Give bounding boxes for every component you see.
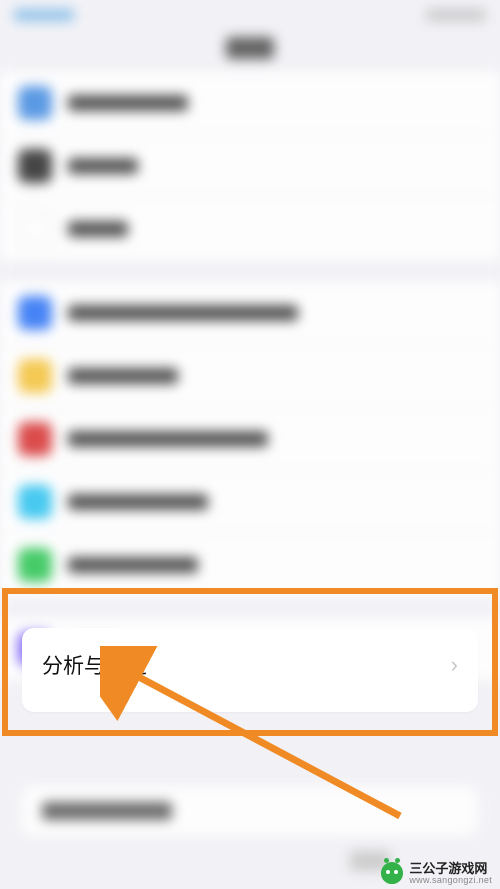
list-item[interactable] <box>0 344 500 407</box>
watermark-name: 三公子游戏网 <box>409 862 492 876</box>
list-item[interactable] <box>0 197 500 260</box>
blurred-background <box>0 0 500 889</box>
watermark-logo-icon <box>381 862 403 884</box>
status-bar <box>0 0 500 30</box>
list-item[interactable] <box>0 470 500 533</box>
chevron-right-icon: › <box>451 652 458 678</box>
nav-header <box>0 30 500 66</box>
list-item[interactable] <box>0 134 500 197</box>
watermark: 三公子游戏网 www.sangongzi.net <box>381 862 492 885</box>
list-item[interactable] <box>0 282 500 344</box>
screen: 分析与改进 › 三公子游戏网 www.sangongzi.net <box>0 0 500 889</box>
blurred-card <box>22 786 478 836</box>
list-item[interactable] <box>0 72 500 134</box>
list-item[interactable] <box>0 407 500 470</box>
settings-card: 分析与改进 › <box>22 628 478 712</box>
watermark-url: www.sangongzi.net <box>409 876 492 885</box>
analysis-improvement-row[interactable]: 分析与改进 › <box>42 650 458 680</box>
highlight-section: 分析与改进 › <box>0 588 500 736</box>
list-item[interactable] <box>0 533 500 596</box>
analysis-improvement-label: 分析与改进 <box>42 650 147 680</box>
